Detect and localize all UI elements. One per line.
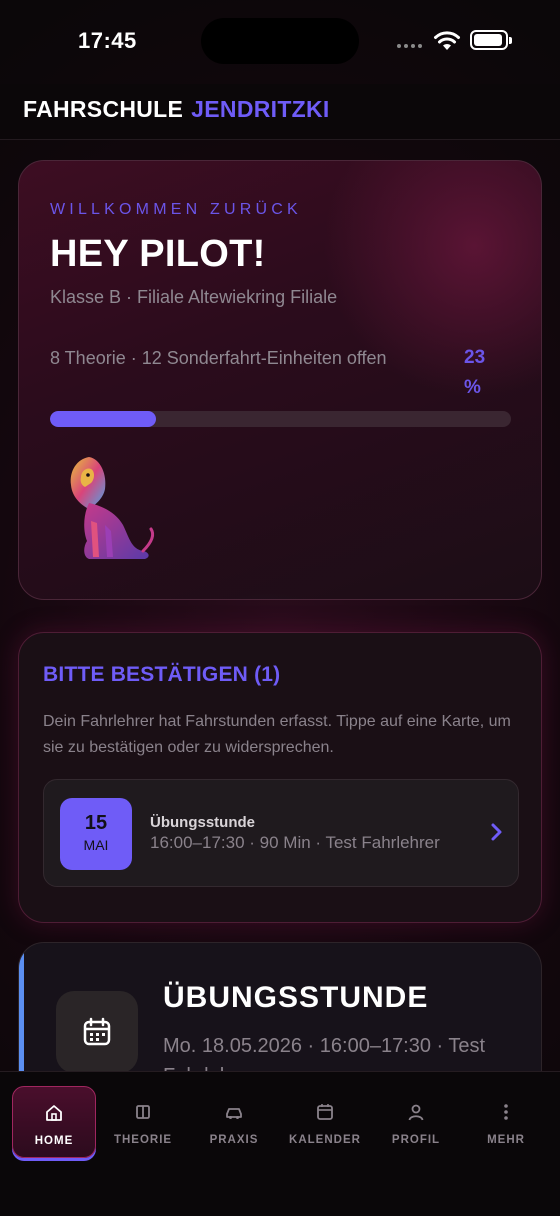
nav-label-praxis: PRAXIS [209,1134,259,1146]
status-time: 17:45 [78,28,137,53]
more-icon [504,1104,508,1120]
home-icon [46,1105,62,1121]
lesson-meta: 16:00–17:30 · 90 Min · Test Fahrlehrer [150,833,440,852]
brand-name-primary: FAHRSCHULE [23,96,184,122]
brand-logo[interactable]: FAHRSCHULE JENDRITZKI [23,96,330,123]
lesson-month: MAI [83,837,109,853]
dynamic-island [201,18,359,64]
app-header: FAHRSCHULE JENDRITZKI [0,84,560,140]
confirm-title: BITTE BESTÄTIGEN (1) [43,663,281,686]
progress-bar [50,411,511,427]
book-icon [136,1105,150,1119]
nav-item-theorie[interactable]: THEORIE [101,1086,185,1158]
lesson-date-badge: 15 MAI [60,798,132,870]
confirm-description: Dein Fahrlehrer hat Fahrstunden erfasst.… [43,713,511,756]
bottom-nav: HOME THEORIE PRAXIS KALENDER PROFIL MEHR [0,1071,560,1216]
nav-label-theorie: THEORIE [113,1134,173,1146]
brand-name-accent: JENDRITZKI [191,96,330,122]
nav-item-praxis[interactable]: PRAXIS [192,1086,276,1158]
welcome-kicker: WILLKOMMEN ZURÜCK [50,201,302,218]
nav-label-kalender: KALENDER [289,1134,361,1146]
car-icon [226,1108,242,1119]
welcome-card: WILLKOMMEN ZURÜCK HEY PILOT! Klasse B · … [18,160,542,600]
calendar-icon [83,1017,111,1046]
welcome-title: HEY PILOT! [50,233,266,275]
status-bar: 17:45 [0,0,560,84]
nav-item-profil[interactable]: PROFIL [374,1086,458,1158]
profile-icon [408,1104,424,1121]
nav-label-profil: PROFIL [391,1134,441,1146]
progress-bar-fill [50,411,157,427]
lesson-day: 15 [84,812,108,834]
chevron-right-icon [491,823,502,841]
signal-icon [397,44,422,48]
progress-percent: 23 % [464,347,486,398]
wifi-icon [434,31,460,50]
calendar-icon [317,1104,333,1120]
battery-icon [470,30,512,50]
nav-item-home[interactable]: HOME [12,1086,96,1158]
license-class-info: Klasse B · Filiale Altewiekring Filiale [50,287,338,307]
nav-item-mehr[interactable]: MEHR [464,1086,548,1158]
nav-item-kalender[interactable]: KALENDER [283,1086,367,1158]
pending-lesson-card[interactable]: 15 MAI Übungsstunde 16:00–17:30 · 90 Min… [43,779,519,887]
open-units-text: 8 Theorie · 12 Sonderfahrt-Einheiten off… [50,348,387,368]
lesson-title: Übungsstunde [150,814,255,831]
calendar-icon-box [56,991,138,1073]
upcoming-lesson-title: ÜBUNGSSTUNDE [163,981,429,1014]
nav-label-home: HOME [34,1135,74,1147]
lion-mascot-icon [70,457,155,559]
confirm-lessons-card: BITTE BESTÄTIGEN (1) Dein Fahrlehrer hat… [18,632,542,923]
nav-label-mehr: MEHR [487,1134,525,1146]
